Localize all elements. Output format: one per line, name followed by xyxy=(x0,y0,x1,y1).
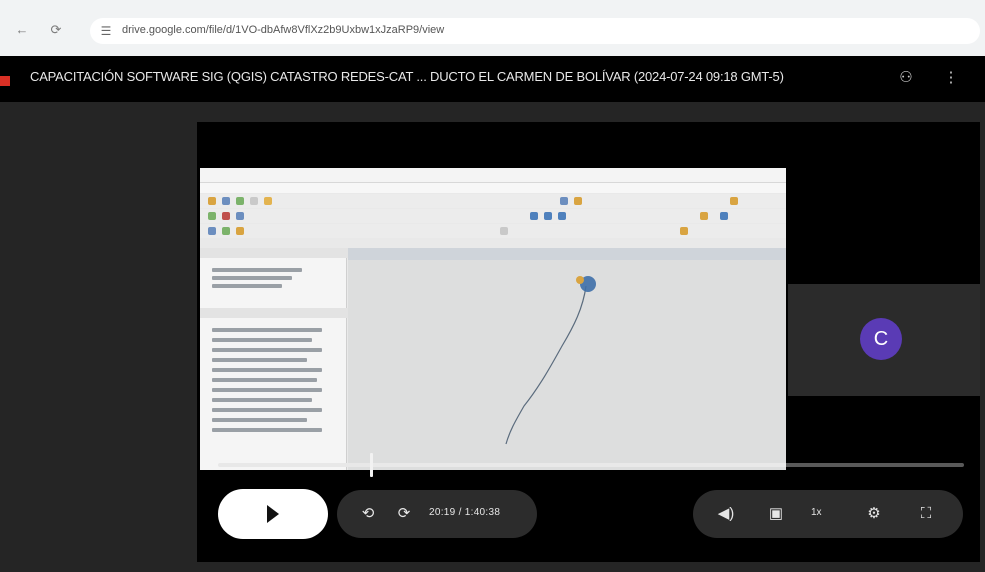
time-display: 20:19 / 1:40:38 xyxy=(429,507,501,518)
player-controls-right: ◀) ▣ 1x ⚙ ⛶ xyxy=(693,490,963,538)
map-canvas xyxy=(348,248,786,470)
forward-10-icon[interactable]: ⟳ xyxy=(393,504,415,524)
toolbar-icon xyxy=(720,212,728,220)
app-toolbar xyxy=(200,209,786,223)
toolbar-icon xyxy=(208,227,216,235)
layers-panel-header xyxy=(200,308,350,318)
arrow-left-icon[interactable]: ← xyxy=(14,22,30,38)
layer-item xyxy=(212,408,322,412)
tree-item xyxy=(212,268,302,272)
play-icon xyxy=(267,505,279,523)
toolbar-icon xyxy=(208,197,216,205)
toolbar-icon xyxy=(236,197,244,205)
avatar: C xyxy=(860,318,902,360)
rewind-10-icon[interactable]: ⟲ xyxy=(357,504,379,524)
tree-item xyxy=(212,276,292,280)
file-type-icon xyxy=(0,76,10,86)
toolbar-icon xyxy=(574,197,582,205)
layers-panel xyxy=(200,248,350,470)
reload-icon[interactable]: ⟳ xyxy=(48,22,64,38)
map-features xyxy=(505,276,596,445)
app-toolbar xyxy=(200,194,786,208)
volume-icon[interactable]: ◀) xyxy=(715,504,737,524)
layer-item xyxy=(212,378,317,382)
toolbar-icon xyxy=(222,227,230,235)
toolbar-icon xyxy=(222,197,230,205)
settings-gear-icon[interactable]: ⚙ xyxy=(863,504,885,524)
layer-item xyxy=(212,428,322,432)
layer-item xyxy=(212,328,322,332)
layer-item xyxy=(212,368,322,372)
tree-item xyxy=(212,284,282,288)
toolbar-icon xyxy=(208,212,216,220)
layer-item xyxy=(212,348,322,352)
app-toolbar xyxy=(200,224,786,238)
toolbar-icon xyxy=(680,227,688,235)
seek-bar-progress xyxy=(218,463,371,467)
browser-panel-header xyxy=(200,248,350,258)
toolbar-icon xyxy=(250,197,258,205)
layer-item xyxy=(212,398,312,402)
toolbar-icon xyxy=(264,197,272,205)
toolbar-icon xyxy=(236,212,244,220)
toolbar-icon xyxy=(560,197,568,205)
toolbar-icon xyxy=(544,212,552,220)
fullscreen-icon[interactable]: ⛶ xyxy=(915,504,937,524)
layer-item xyxy=(212,388,322,392)
app-titlebar xyxy=(200,168,786,183)
address-bar[interactable]: ☰ drive.google.com/file/d/1VO-dbAfw8VflX… xyxy=(90,18,980,44)
toolbar-icon xyxy=(558,212,566,220)
layer-item xyxy=(212,358,307,362)
app-menubar xyxy=(200,183,786,193)
video-title: CAPACITACIÓN SOFTWARE SIG (QGIS) CATASTR… xyxy=(30,69,784,84)
seek-handle[interactable] xyxy=(370,453,373,477)
toolbar-icon xyxy=(530,212,538,220)
add-person-icon[interactable]: ⚇ xyxy=(895,67,917,89)
toolbar-icon xyxy=(500,227,508,235)
browser-toolbar: ← ⟳ ☰ drive.google.com/file/d/1VO-dbAfw8… xyxy=(0,0,985,56)
play-button[interactable] xyxy=(218,489,328,539)
tune-icon[interactable]: ☰ xyxy=(98,23,114,39)
captions-icon[interactable]: ▣ xyxy=(765,504,787,524)
playback-speed[interactable]: 1x xyxy=(811,507,822,518)
url-text: drive.google.com/file/d/1VO-dbAfw8VflXz2… xyxy=(122,24,445,36)
layer-item xyxy=(212,338,312,342)
shared-screen xyxy=(200,168,786,470)
time-controls: ⟲ ⟳ 20:19 / 1:40:38 xyxy=(337,490,537,538)
more-vertical-icon[interactable]: ⋮ xyxy=(940,67,962,89)
toolbar-icon xyxy=(222,212,230,220)
layer-item xyxy=(212,418,307,422)
toolbar-icon xyxy=(236,227,244,235)
toolbar-icon xyxy=(730,197,738,205)
toolbar-icon xyxy=(700,212,708,220)
